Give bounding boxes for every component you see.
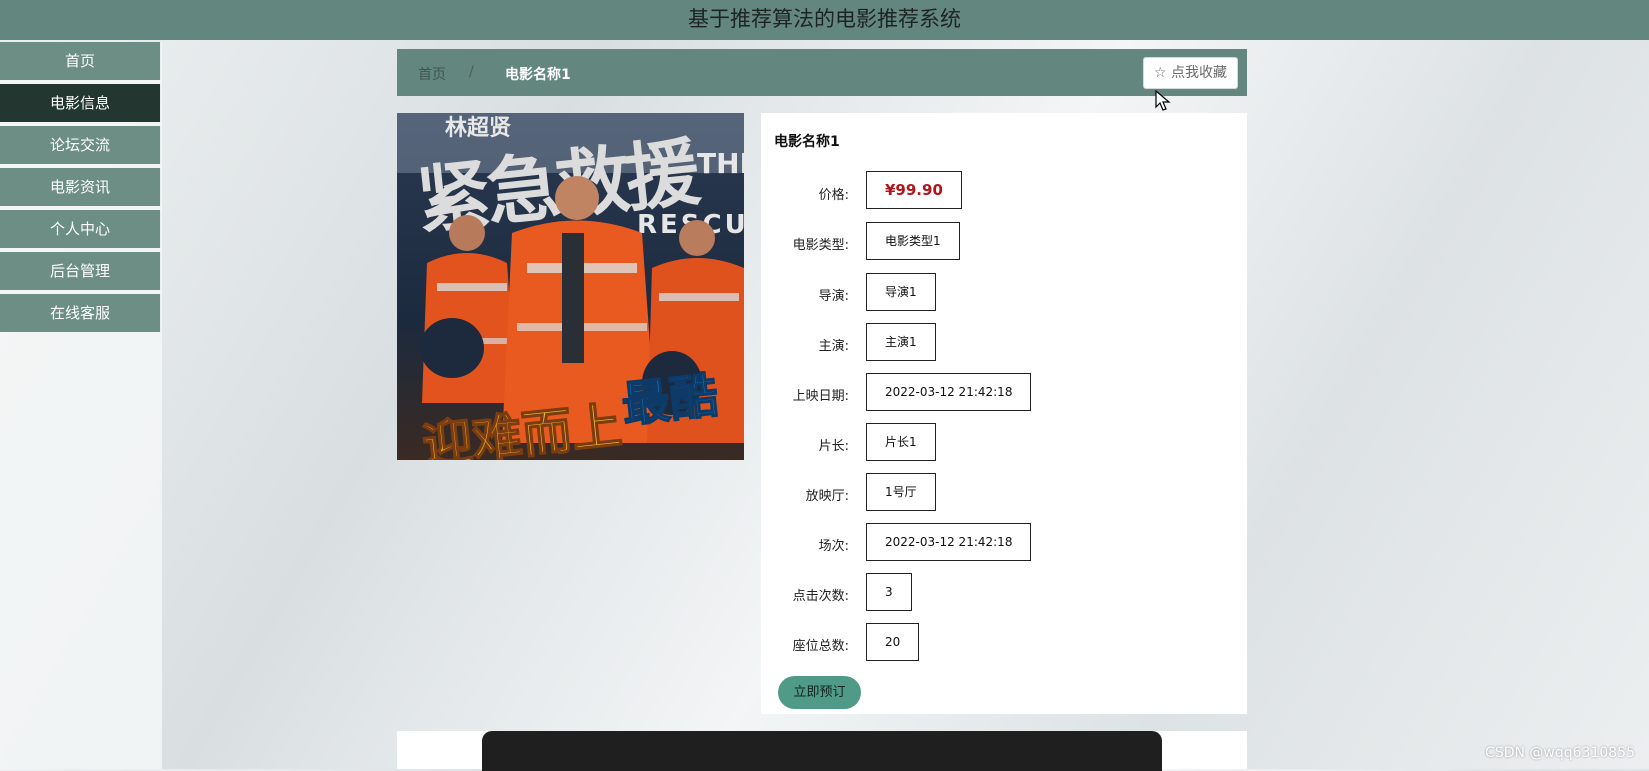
favorite-button-label: 点我收藏: [1171, 65, 1227, 81]
poster-slogan-right: 最酷: [619, 368, 720, 434]
sidebar-item-personal-center[interactable]: 个人中心: [0, 210, 161, 248]
poster-top-text: 林超贤: [445, 116, 511, 141]
breadcrumb-current: 电影名称1: [505, 67, 571, 83]
field-value-duration: 片长1: [866, 423, 936, 461]
field-label-click-count: 点击次数:: [792, 589, 849, 604]
app-header: 基于推荐算法的电影推荐系统: [0, 0, 1649, 40]
field-label-seat-total: 座位总数:: [792, 639, 849, 654]
book-now-button[interactable]: 立即预订: [778, 676, 861, 709]
field-label-duration: 片长:: [818, 439, 849, 454]
app-title: 基于推荐算法的电影推荐系统: [688, 7, 961, 31]
field-label-hall: 放映厅:: [805, 489, 849, 504]
star-outline-icon: ☆: [1153, 65, 1167, 81]
breadcrumb-home-link[interactable]: 首页: [418, 64, 446, 84]
field-label-price: 价格:: [818, 188, 849, 203]
bottom-content-panel: [397, 731, 1247, 771]
breadcrumb: 首页 / 电影名称1 ☆ 点我收藏: [397, 49, 1247, 96]
field-value-seat-total: 20: [866, 623, 920, 661]
sidebar-item-home[interactable]: 首页: [0, 42, 161, 80]
field-value-hall: 1号厅: [866, 473, 936, 511]
sidebar-item-admin[interactable]: 后台管理: [0, 252, 161, 290]
field-label-director: 导演:: [818, 289, 849, 304]
field-label-showtime: 场次:: [818, 539, 849, 554]
movie-title: 电影名称1: [774, 134, 840, 150]
field-label-starring: 主演:: [818, 339, 849, 354]
sidebar-item-forum[interactable]: 论坛交流: [0, 126, 161, 164]
sidebar-nav: 首页 电影信息 论坛交流 电影资讯 个人中心 后台管理 在线客服: [0, 42, 162, 769]
breadcrumb-separator: /: [469, 64, 474, 80]
mouse-cursor-icon: [1155, 90, 1171, 111]
sidebar-item-movie-info[interactable]: 电影信息: [0, 84, 161, 122]
field-value-click-count: 3: [866, 573, 912, 611]
sidebar-item-online-service[interactable]: 在线客服: [0, 294, 161, 332]
video-player[interactable]: [482, 731, 1162, 771]
favorite-button[interactable]: ☆ 点我收藏: [1142, 57, 1238, 89]
movie-detail-panel: 电影名称1 价格: ¥99.90 电影类型: 电影类型1 导演: 导演1 主演:…: [761, 113, 1247, 714]
field-label-release-date: 上映日期:: [792, 389, 849, 404]
field-value-price: ¥99.90: [866, 171, 962, 209]
sidebar-item-movie-news[interactable]: 电影资讯: [0, 168, 161, 206]
field-label-genre: 电影类型:: [792, 238, 849, 253]
field-value-showtime: 2022-03-12 21:42:18: [866, 523, 1032, 561]
field-value-starring: 主演1: [866, 323, 936, 361]
poster-english-the: THE: [697, 147, 744, 180]
watermark: CSDN @wqq6310855: [1485, 745, 1635, 761]
field-value-release-date: 2022-03-12 21:42:18: [866, 373, 1032, 411]
movie-poster: 林超贤 紧急救援 THE RESCUE 迎难而上 最酷: [397, 113, 744, 460]
field-value-genre: 电影类型1: [866, 222, 960, 260]
field-value-director: 导演1: [866, 273, 936, 311]
